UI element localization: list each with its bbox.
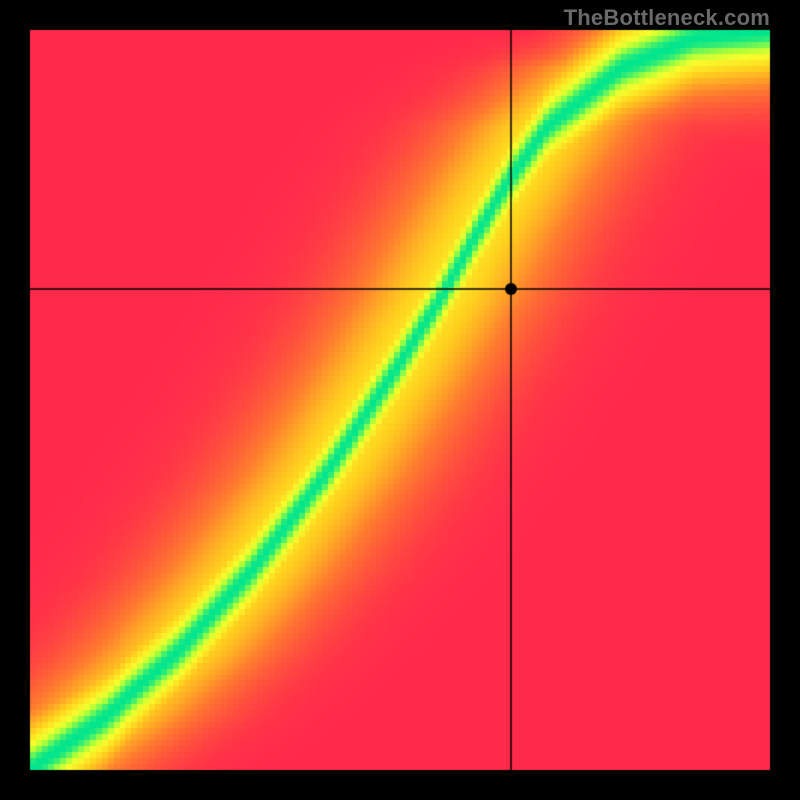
attribution-label: TheBottleneck.com — [564, 5, 770, 31]
bottleneck-heatmap — [0, 0, 800, 800]
